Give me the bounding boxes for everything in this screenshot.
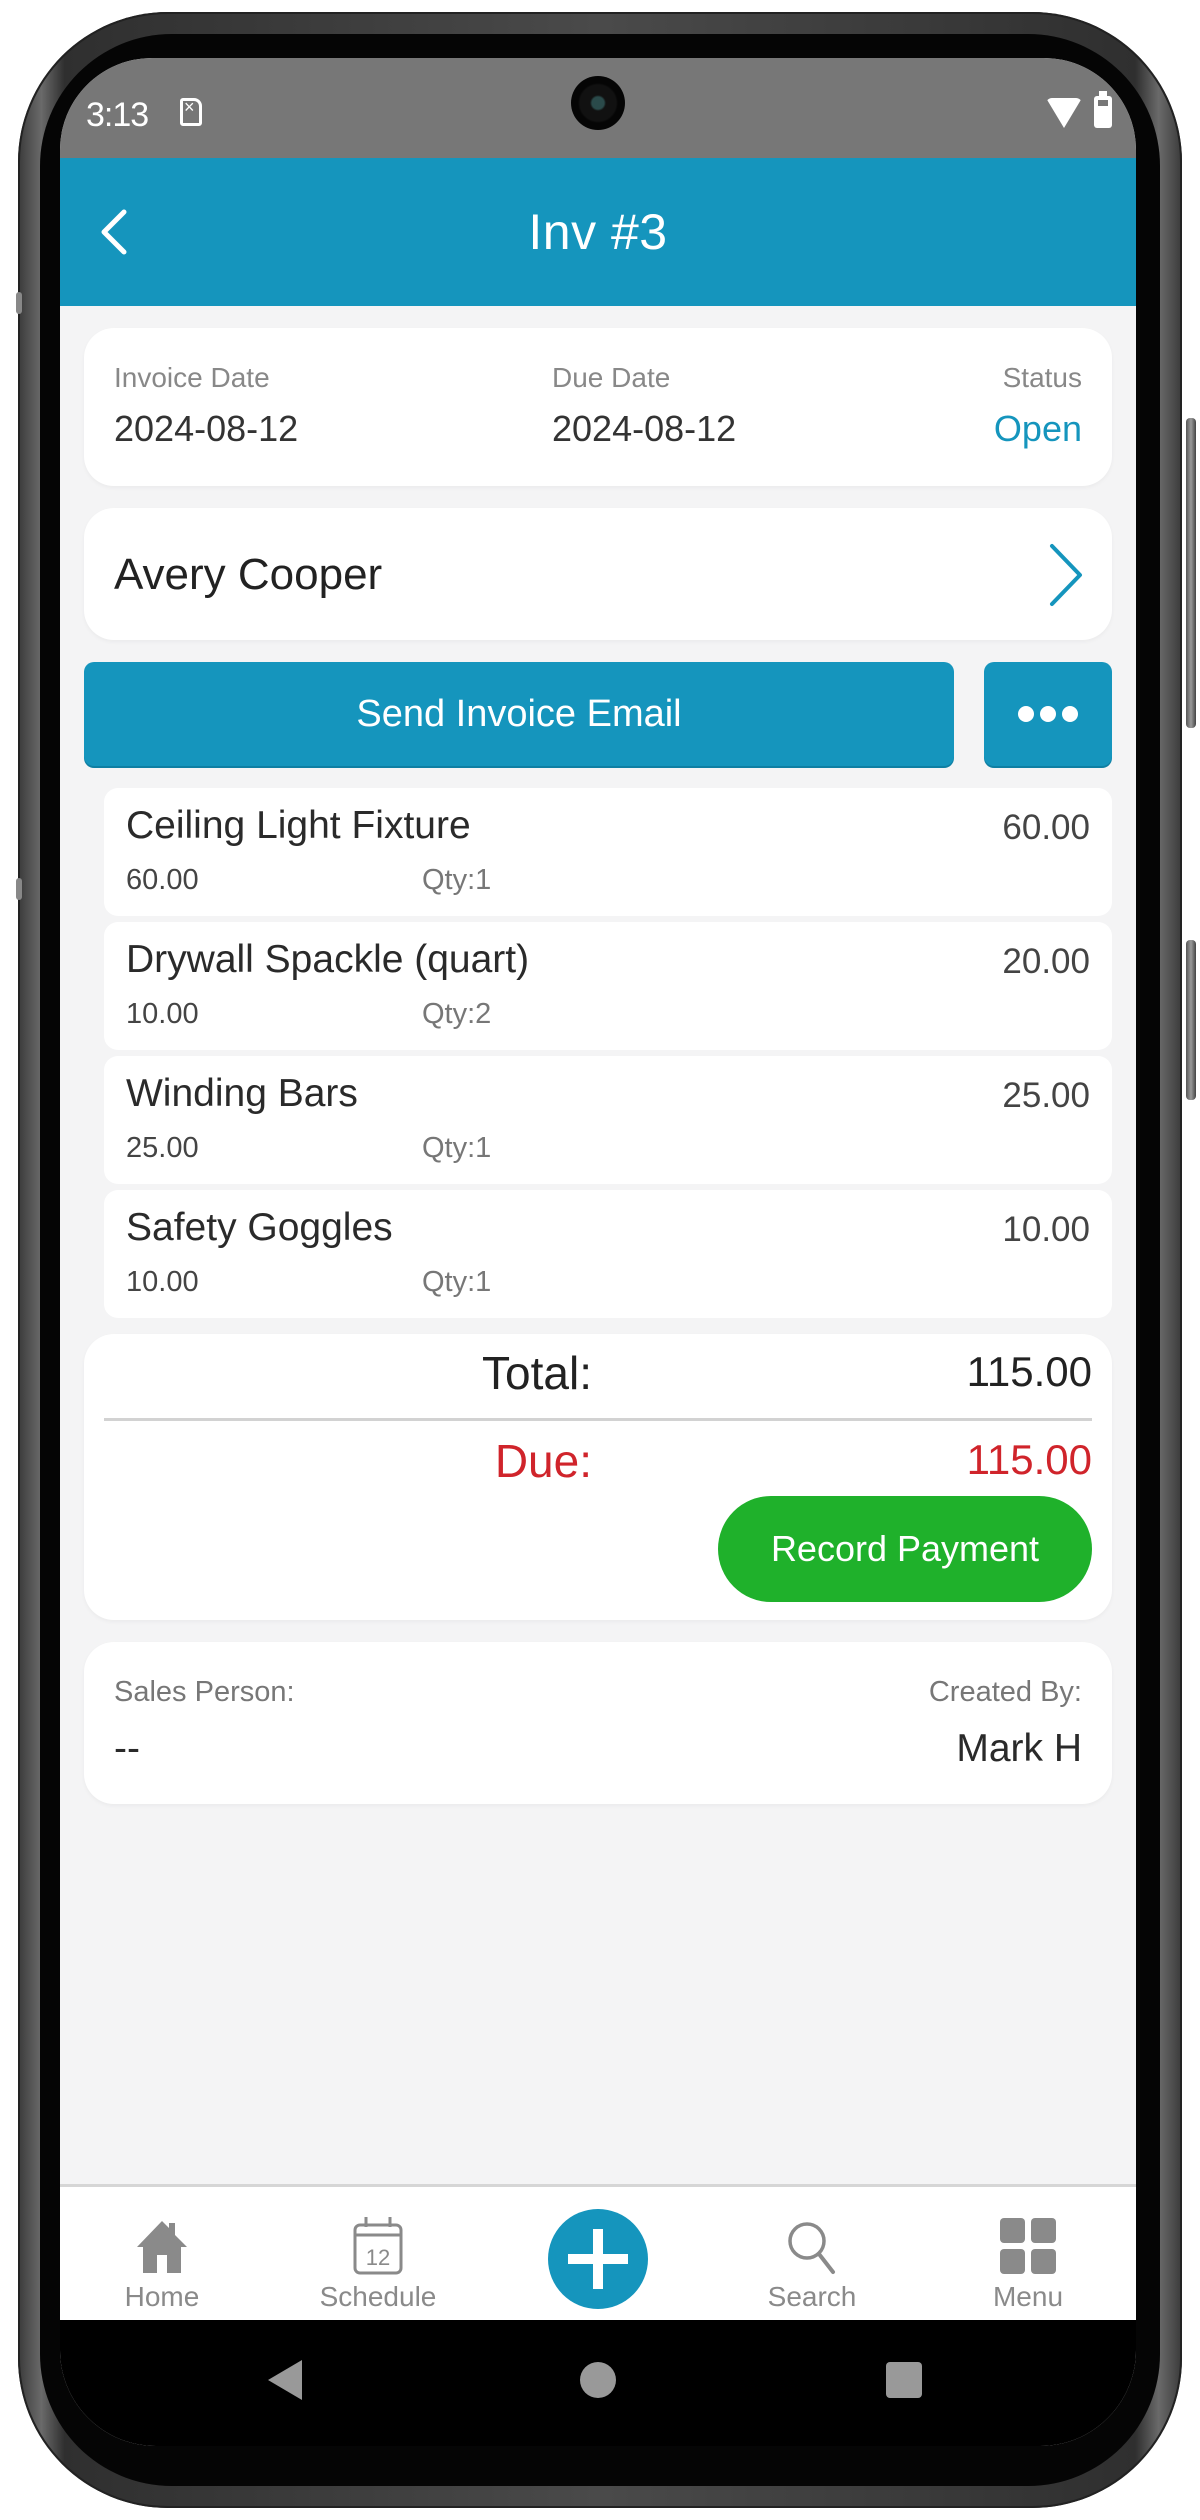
line-item-amount: 10.00 <box>1002 1210 1090 1249</box>
status-badge: Open <box>993 408 1082 449</box>
front-camera <box>571 76 625 130</box>
line-items-list: Ceiling Light Fixture 60.00 60.00 Qty:1 … <box>84 788 1112 1318</box>
invoice-date-label: Invoice Date <box>114 362 270 393</box>
bottom-tab-bar: Home 12 Schedule Search Menu <box>60 2184 1136 2320</box>
tab-search-label: Search <box>767 2281 857 2312</box>
line-item-name: Ceiling Light Fixture <box>126 804 471 847</box>
line-item[interactable]: Drywall Spackle (quart) 20.00 10.00 Qty:… <box>104 922 1112 1050</box>
line-item-amount: 60.00 <box>1002 808 1090 847</box>
volume-button <box>1186 418 1196 728</box>
system-recents-icon[interactable] <box>886 2362 922 2398</box>
power-button <box>1186 940 1196 1100</box>
tab-schedule-label: Schedule <box>319 2281 437 2312</box>
tab-home-label: Home <box>124 2281 200 2312</box>
invoice-date-field: Invoice Date 2024-08-12 <box>114 362 298 450</box>
line-item-unit-price: 10.00 <box>126 998 199 1030</box>
totals-divider <box>104 1418 1092 1421</box>
calendar-icon-date: 12 <box>366 2245 390 2270</box>
customer-row[interactable]: Avery Cooper <box>84 508 1112 640</box>
created-by-label: Created By: <box>928 1676 1082 1708</box>
tab-menu-label: Menu <box>992 2281 1064 2312</box>
line-item-qty: Qty:2 <box>422 998 492 1030</box>
battery-icon <box>1094 91 1112 128</box>
total-label: Total: <box>482 1347 592 1399</box>
due-date-field: Due Date 2024-08-12 <box>552 362 736 450</box>
total-value: 115.00 <box>966 1348 1092 1395</box>
more-options-button[interactable] <box>984 662 1112 766</box>
page-title: Inv #3 <box>528 204 668 260</box>
back-button[interactable] <box>86 202 146 262</box>
line-item-amount: 25.00 <box>1002 1076 1090 1115</box>
customer-name: Avery Cooper <box>114 550 383 599</box>
search-icon <box>788 2222 835 2274</box>
chevron-left-icon <box>101 209 127 255</box>
line-item-qty: Qty:1 <box>422 1132 492 1164</box>
meta-card: Sales Person: -- Created By: Mark H <box>84 1642 1112 1804</box>
system-back-icon[interactable] <box>268 2360 302 2400</box>
tab-menu[interactable]: Menu <box>948 2187 1108 2323</box>
due-value: 115.00 <box>966 1436 1092 1483</box>
home-icon <box>137 2221 187 2273</box>
invoice-date-value: 2024-08-12 <box>114 408 299 449</box>
totals-card: Total: 115.00 Due: 115.00 Record Payment <box>84 1334 1112 1620</box>
frame-antenna-line <box>16 292 22 314</box>
phone-screen: 3:13 Inv #3 Invoice Date 2024-08-12 Due … <box>60 58 1136 2446</box>
line-item[interactable]: Winding Bars 25.00 25.00 Qty:1 <box>104 1056 1112 1184</box>
line-item-qty: Qty:1 <box>422 864 492 896</box>
sales-person-label: Sales Person: <box>114 1676 295 1708</box>
line-item-unit-price: 10.00 <box>126 1266 199 1298</box>
tab-search[interactable]: Search <box>732 2187 892 2323</box>
line-item-name: Drywall Spackle (quart) <box>126 938 530 981</box>
system-home-icon[interactable] <box>580 2362 616 2398</box>
sales-person-field: Sales Person: -- <box>114 1676 295 1771</box>
record-payment-button[interactable]: Record Payment <box>718 1496 1092 1602</box>
status-bar: 3:13 <box>60 58 1136 158</box>
invoice-content: Invoice Date 2024-08-12 Due Date 2024-08… <box>60 306 1136 1804</box>
created-by-field: Created By: Mark H <box>929 1676 1082 1771</box>
system-nav-bar <box>60 2320 1136 2446</box>
line-item-amount: 20.00 <box>1002 942 1090 981</box>
sim-error-icon <box>180 97 202 126</box>
status-time: 3:13 <box>86 96 149 134</box>
due-date-value: 2024-08-12 <box>552 408 737 449</box>
due-date-label: Due Date <box>552 362 671 393</box>
app-header: Inv #3 <box>60 158 1136 306</box>
tab-schedule[interactable]: 12 Schedule <box>298 2187 458 2323</box>
more-horizontal-icon <box>1018 706 1034 722</box>
chevron-right-icon <box>1050 544 1082 606</box>
due-label: Due: <box>494 1435 592 1487</box>
line-item-name: Safety Goggles <box>126 1206 393 1249</box>
grid-icon <box>1000 2218 1056 2274</box>
line-item-unit-price: 25.00 <box>126 1132 199 1164</box>
more-horizontal-icon <box>1062 706 1078 722</box>
line-item[interactable]: Safety Goggles 10.00 10.00 Qty:1 <box>104 1190 1112 1318</box>
frame-antenna-line <box>16 878 22 900</box>
sales-person-value: -- <box>114 1727 140 1770</box>
actions-row: Send Invoice Email <box>84 662 1112 766</box>
line-item[interactable]: Ceiling Light Fixture 60.00 60.00 Qty:1 <box>104 788 1112 916</box>
created-by-value: Mark H <box>956 1727 1082 1770</box>
line-item-unit-price: 60.00 <box>126 864 199 896</box>
invoice-info-card: Invoice Date 2024-08-12 Due Date 2024-08… <box>84 328 1112 486</box>
status-label: Status <box>1002 362 1082 393</box>
tab-home[interactable]: Home <box>82 2187 242 2323</box>
more-horizontal-icon <box>1040 706 1056 722</box>
line-item-qty: Qty:1 <box>422 1266 492 1298</box>
send-invoice-email-button[interactable]: Send Invoice Email <box>84 662 954 766</box>
status-field: Status Open <box>994 362 1082 450</box>
calendar-icon: 12 <box>353 2217 403 2275</box>
line-item-name: Winding Bars <box>126 1072 358 1115</box>
add-button[interactable] <box>548 2209 648 2309</box>
wifi-icon <box>1046 98 1082 128</box>
